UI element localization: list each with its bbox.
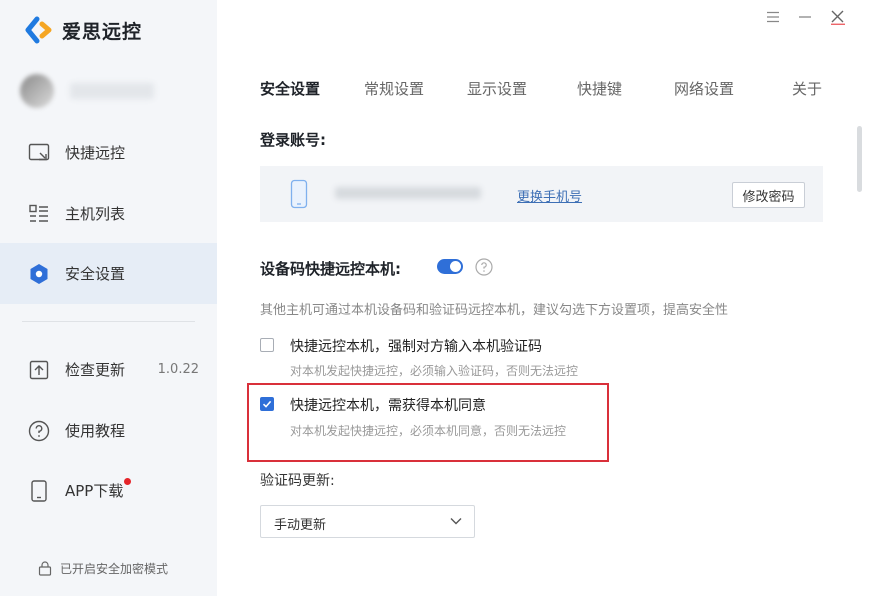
quick-remote-title: 设备码快捷远控本机: <box>260 260 401 278</box>
minimize-button[interactable] <box>794 6 816 28</box>
account-box: 更换手机号 修改密码 <box>260 166 823 222</box>
tab-security[interactable]: 安全设置 <box>260 78 320 99</box>
app-logo-icon <box>25 16 52 44</box>
chevron-down-icon <box>450 518 462 525</box>
tab-display[interactable]: 显示设置 <box>467 78 527 99</box>
option-require-code-label[interactable]: 快捷远控本机，强制对方输入本机验证码 <box>290 336 542 356</box>
tab-general[interactable]: 常规设置 <box>364 78 424 99</box>
toggle-knob <box>450 261 461 272</box>
secure-mode-label: 已开启安全加密模式 <box>60 562 169 576</box>
sidebar-item-host-list[interactable]: 主机列表 <box>0 183 217 244</box>
menu-button[interactable] <box>762 6 784 28</box>
sidebar-item-quick-remote[interactable]: 快捷远控 <box>0 122 217 183</box>
question-icon <box>27 419 51 443</box>
account-title: 登录账号: <box>260 131 326 149</box>
verify-code-select[interactable]: 手动更新 <box>260 505 475 538</box>
user-name-redacted <box>70 83 154 99</box>
sidebar-item-label: 检查更新 <box>65 361 126 379</box>
quick-remote-description: 其他主机可通过本机设备码和验证码远控本机，建议勾选下方设置项，提高安全性 <box>260 303 729 318</box>
list-icon <box>27 202 51 226</box>
avatar[interactable] <box>20 74 54 108</box>
shield-icon <box>27 262 51 286</box>
close-button[interactable] <box>827 6 849 28</box>
tab-network[interactable]: 网络设置 <box>674 78 734 99</box>
sidebar-item-security[interactable]: 安全设置 <box>0 243 217 304</box>
option-require-code-sub: 对本机发起快捷远控，必须输入验证码，否则无法远控 <box>290 364 579 378</box>
lock-icon <box>38 561 52 576</box>
sidebar-item-label: APP下载 <box>65 482 124 500</box>
change-phone-link[interactable]: 更换手机号 <box>517 186 582 205</box>
sidebar-divider <box>22 321 195 322</box>
minimize-icon <box>799 16 811 18</box>
menu-icon <box>767 11 779 23</box>
verify-code-label: 验证码更新: <box>260 473 335 489</box>
brand: 爱思远控 <box>24 16 142 44</box>
sidebar-item-tutorial[interactable]: 使用教程 <box>0 400 217 461</box>
change-password-button[interactable]: 修改密码 <box>732 182 805 208</box>
highlight-box <box>247 383 609 462</box>
help-icon[interactable] <box>475 258 493 276</box>
quick-remote-toggle[interactable] <box>437 259 463 274</box>
sidebar-item-label: 快捷远控 <box>65 144 126 162</box>
sidebar-item-app-download[interactable]: APP下载 <box>0 460 217 521</box>
notification-dot <box>124 478 132 485</box>
phone-number-redacted <box>335 187 481 199</box>
upload-icon <box>27 358 51 382</box>
phone-icon <box>27 479 51 503</box>
verify-code-selected: 手动更新 <box>274 518 327 533</box>
close-icon <box>831 10 845 25</box>
sidebar-item-label: 主机列表 <box>65 205 126 223</box>
version-label: 1.0.22 <box>157 362 199 377</box>
sidebar-item-check-update[interactable]: 检查更新 1.0.22 <box>0 339 217 400</box>
sidebar-item-label: 使用教程 <box>65 422 126 440</box>
secure-mode-status: 已开启安全加密模式 <box>38 560 168 577</box>
sidebar-item-label: 安全设置 <box>65 265 126 283</box>
scrollbar-thumb[interactable] <box>857 126 862 192</box>
user-profile[interactable] <box>20 73 154 109</box>
app-name: 爱思远控 <box>62 20 143 43</box>
mobile-phone-icon <box>290 179 308 209</box>
sidebar: 爱思远控 快捷远控 主机列表 安全设置 检查更新 1.0.22 使用教程 APP… <box>0 0 217 596</box>
remote-screen-icon <box>27 141 51 165</box>
tab-about[interactable]: 关于 <box>792 78 822 99</box>
option-require-code-checkbox[interactable] <box>260 338 274 352</box>
tab-shortcuts[interactable]: 快捷键 <box>577 78 622 99</box>
